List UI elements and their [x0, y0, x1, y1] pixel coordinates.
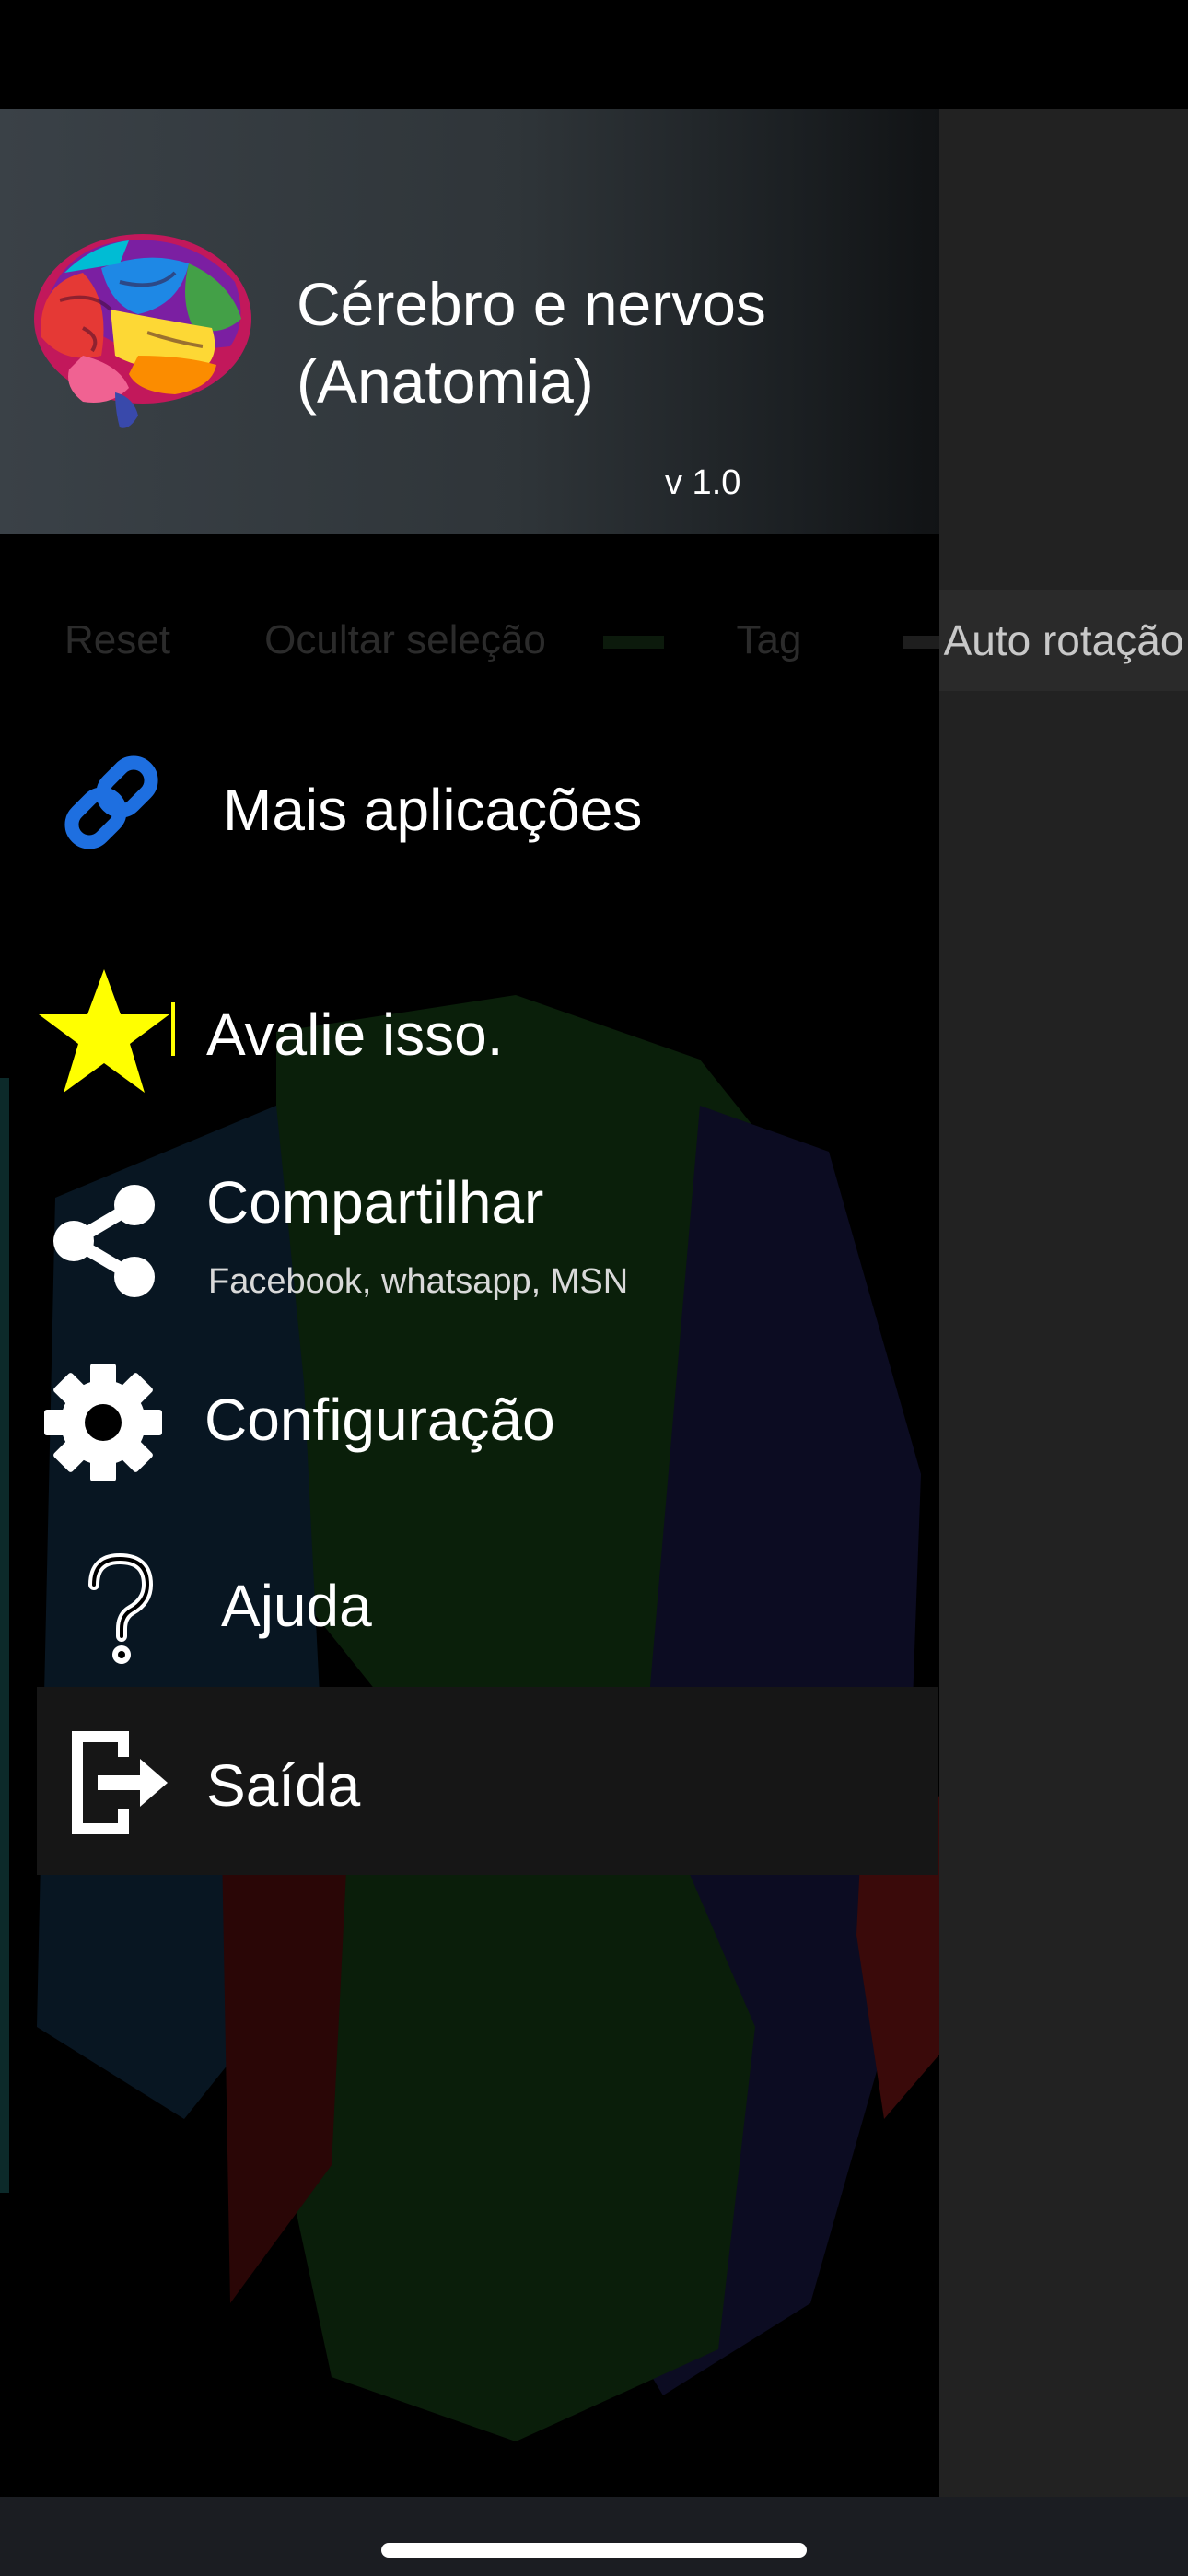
- app-version: v 1.0: [665, 463, 741, 502]
- menu-item-rate[interactable]: Avalie isso.: [0, 938, 939, 1122]
- menu-item-help[interactable]: Ajuda: [0, 1528, 939, 1675]
- question-icon: [88, 1553, 154, 1664]
- share-icon: [53, 1185, 155, 1297]
- menu-label-share: Compartilhar: [206, 1169, 544, 1235]
- menu-label-settings: Configuração: [204, 1387, 555, 1453]
- menu-label-rate: Avalie isso.: [206, 1001, 504, 1068]
- menu-item-exit[interactable]: Saída: [37, 1687, 938, 1875]
- menu-item-more-apps[interactable]: Mais aplicações: [0, 735, 939, 901]
- menu-sublabel-share: Facebook, whatsapp, MSN: [208, 1262, 629, 1301]
- status-bar: [0, 0, 1188, 109]
- gear-icon: [44, 1364, 162, 1481]
- star-icon: [39, 969, 169, 1093]
- system-navigation-bar: [0, 2497, 1188, 2576]
- menu-label-exit: Saída: [206, 1752, 361, 1819]
- menu-label-more-apps: Mais aplicações: [223, 777, 643, 843]
- home-indicator[interactable]: [381, 2543, 807, 2558]
- navigation-drawer: Cérebro e nervos (Anatomia) v 1.0 Mais a…: [0, 109, 939, 2497]
- brain-logo-icon: [34, 234, 251, 428]
- app-title: Cérebro e nervos (Anatomia): [297, 270, 766, 416]
- menu-item-settings[interactable]: Configuração: [0, 1343, 939, 1491]
- menu-label-help: Ajuda: [221, 1573, 372, 1639]
- drawer-header: Cérebro e nervos (Anatomia) v 1.0: [0, 109, 939, 534]
- exit-icon: [72, 1731, 168, 1834]
- auto-rotation-button[interactable]: Auto rotação: [939, 590, 1188, 691]
- scene-side-panel: [939, 109, 1188, 2497]
- rate-accent-bar: [171, 1002, 175, 1056]
- link-icon: [64, 755, 158, 849]
- menu-item-share[interactable]: Compartilhar Facebook, whatsapp, MSN: [0, 1159, 939, 1325]
